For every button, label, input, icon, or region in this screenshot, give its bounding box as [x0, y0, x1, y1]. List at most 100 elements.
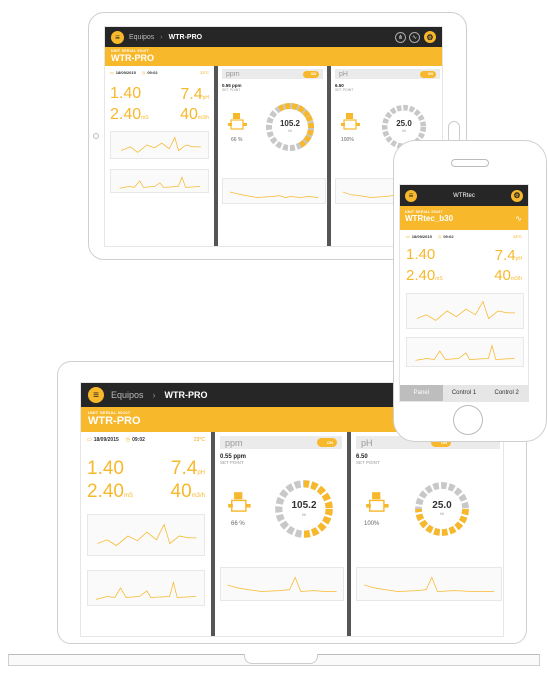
trend-icon[interactable]: ∿ — [515, 214, 522, 223]
ph-gauge-value: 25.0 — [396, 119, 412, 128]
network-icon[interactable]: ⋔ — [395, 31, 406, 43]
temperature-text: 23°C — [200, 70, 209, 75]
reading-value-1: 1.40 — [87, 458, 124, 479]
ppm-percent: 66 % — [231, 521, 245, 527]
reading-ph-value: 7.4 — [170, 458, 198, 479]
ph-percent: 100% — [364, 521, 380, 527]
panels: ▭ 18/09/2015 ◷ 09:02 23°C 1.40 7.4pH 2.4… — [105, 66, 442, 246]
ppm-toggle[interactable]: ON — [303, 70, 319, 78]
phone-speaker — [451, 159, 489, 167]
ppm-panel-title: ppm — [225, 437, 243, 448]
date-text: 18/09/2015 — [115, 70, 136, 75]
reading-ph-value: 7.4 — [494, 247, 516, 264]
reading-ms-value: 2.40 — [87, 481, 124, 502]
reading-ms-value: 2.40 — [110, 106, 142, 123]
reading-flow-value: 40 — [180, 106, 198, 123]
ppm-panel-title: ppm — [226, 70, 240, 78]
calendar-icon: ▭ — [87, 437, 92, 443]
ppm-panel: ppm ON 0.55 ppm SET POINT 66 % 105.2 l/h — [214, 66, 327, 246]
temperature-text: 23°C — [513, 234, 522, 239]
unit-band: UNIT SERIAL 00107 WTR-PRO — [105, 47, 442, 66]
ph-set-label: SET POINT — [356, 460, 380, 465]
readings-chart-1 — [87, 514, 205, 556]
clock-icon: ◷ — [125, 437, 131, 443]
time-text: 09:02 — [443, 234, 454, 239]
date-text: 18/09/2015 — [93, 437, 119, 443]
ppm-gauge-value: 105.2 — [291, 500, 317, 511]
tab-control-2[interactable]: Control 2 — [485, 385, 528, 401]
clock-icon: ◷ — [141, 70, 146, 75]
gear-icon[interactable]: ⚙ — [424, 31, 436, 43]
phone-unit-band: UNIT SERIAL 00107 WTRtec_b30 ∿ — [400, 206, 528, 230]
trend-icon[interactable]: ∿ — [409, 31, 420, 43]
phone-header-title: WTRtec — [453, 192, 475, 199]
reading-ms-unit: mS — [141, 115, 149, 121]
readings-panel: ▭ 18/09/2015 ◷ 09:02 23°C 1.40 7.4pH 2.4… — [105, 66, 214, 246]
breadcrumb-separator: › — [160, 33, 163, 41]
breadcrumb-current: WTR-PRO — [168, 33, 203, 41]
unit-title: WTR-PRO — [111, 53, 154, 63]
ppm-panel-title-bar: ppm ON — [222, 69, 323, 79]
phone-home-button[interactable] — [453, 405, 483, 435]
pump-icon — [366, 492, 389, 512]
reading-flow-value: 40 — [170, 481, 192, 502]
ph-panel-title: pH — [361, 437, 373, 448]
tab-control-1[interactable]: Control 1 — [443, 385, 486, 401]
reading-flow-value: 40 — [494, 267, 511, 284]
pump-icon — [341, 113, 360, 130]
ph-toggle[interactable]: ON — [420, 70, 436, 78]
ppm-panel: ppm ON 0.55 ppm SET POINT 66 % 105.2 l/h — [211, 432, 347, 636]
tablet-camera — [93, 133, 99, 139]
phone-chart-1 — [406, 293, 524, 329]
readings-chart-2 — [110, 169, 209, 193]
reading-value-1: 1.40 — [110, 85, 142, 102]
reading-ph-unit: pH — [197, 470, 205, 476]
breadcrumb-current: WTR-PRO — [164, 390, 208, 400]
breadcrumb-prev[interactable]: Equipos — [129, 34, 154, 41]
ppm-percent: 66 % — [231, 137, 243, 143]
menu-icon[interactable]: ≡ — [88, 387, 104, 403]
ph-chart — [356, 567, 502, 601]
time-text: 09:02 — [132, 437, 145, 443]
unit-title: WTRtec_b30 — [405, 214, 454, 223]
ph-toggle-label: ON — [427, 72, 433, 76]
phone-screen: ≡ WTRtec ⚙ UNIT SERIAL 00107 WTRtec_b30 … — [399, 184, 529, 402]
pump-icon — [228, 492, 251, 512]
menu-icon[interactable]: ≡ — [111, 30, 124, 44]
panels: ▭ 18/09/2015 ◷ 09:02 23°C 1.40 7.4pH 2.4… — [81, 432, 503, 636]
calendar-icon: ▭ — [406, 234, 410, 239]
reading-flow-unit: m3/h — [191, 493, 205, 499]
ppm-gauge-unit: l/h — [301, 512, 307, 517]
time-text: 09:02 — [147, 70, 158, 75]
ph-gauge-value: 25.0 — [432, 500, 452, 511]
ph-gauge-unit: l/h — [402, 129, 406, 133]
ppm-toggle[interactable]: ON — [317, 438, 337, 447]
ppm-gauge-value: 105.2 — [279, 119, 301, 128]
ph-gauge-unit: l/h — [439, 511, 445, 516]
phone-tab-bar: Panel Control 1 Control 2 — [400, 385, 528, 401]
breadcrumb-prev[interactable]: Equipos — [111, 390, 144, 400]
clock-icon: ◷ — [437, 234, 442, 239]
calendar-icon: ▭ — [110, 70, 114, 75]
ph-percent: 100% — [341, 137, 354, 143]
reading-flow-unit: m3/h — [510, 276, 522, 282]
ph-panel-title-bar: pH ON — [335, 69, 440, 79]
phone-readings: ▭ 18/09/2015 ◷ 09:02 23°C 1.40 7.4pH 2.4… — [400, 230, 528, 371]
menu-icon[interactable]: ≡ — [405, 189, 417, 202]
phone-app-header: ≡ WTRtec ⚙ — [400, 185, 528, 206]
temperature-text: 23°C — [193, 437, 205, 443]
reading-ms-unit: mS — [435, 276, 443, 282]
gear-icon[interactable]: ⚙ — [510, 189, 523, 202]
readings-chart-2 — [87, 570, 205, 606]
tab-panel[interactable]: Panel — [400, 385, 443, 401]
ppm-toggle-label: ON — [327, 440, 333, 445]
app-header: ≡ Equipos › WTR-PRO ⋔ ∿ ⚙ — [105, 27, 442, 47]
ppm-panel-title-bar: ppm ON — [220, 436, 342, 449]
readings-chart-1 — [110, 131, 209, 159]
pump-icon — [228, 113, 247, 130]
ph-set-label: SET POINT — [335, 88, 354, 92]
ph-panel: pH ON 6.50 SET POINT 100% 25.0 l/h — [347, 432, 503, 636]
ppm-gauge-unit: l/h — [288, 129, 292, 133]
reading-ph-unit: pH — [202, 95, 209, 101]
breadcrumb-separator: › — [152, 390, 156, 400]
